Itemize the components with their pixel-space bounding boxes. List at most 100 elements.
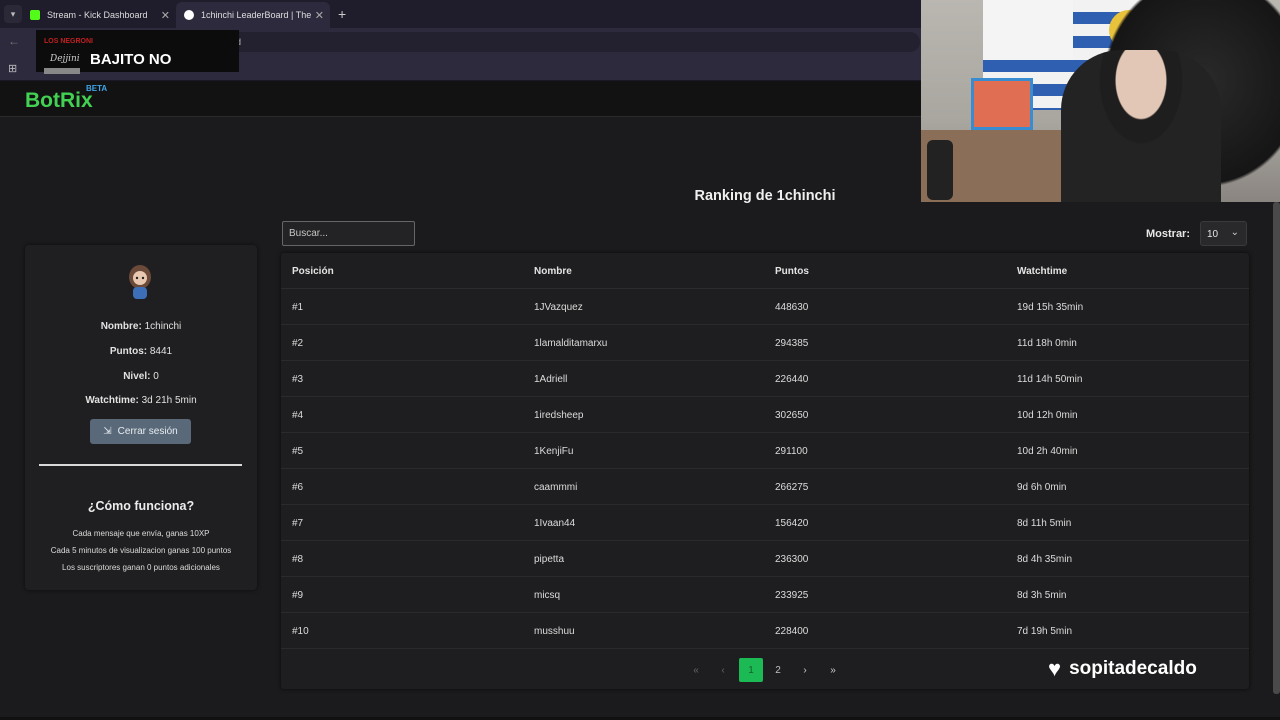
first-page-button[interactable]: « (684, 658, 708, 682)
table-row: #5 1KenjiFu 291100 10d 2h 40min (281, 433, 1249, 469)
page-scrollbar[interactable] (1273, 202, 1280, 694)
level-label: Nivel: (123, 371, 151, 382)
overlay-big-text: BAJITO NO (90, 51, 172, 68)
overlay-small-text: LOS NEGRONI (44, 38, 94, 45)
header-position[interactable]: Posición (292, 266, 334, 277)
sign-out-icon: ⇲ (103, 426, 112, 437)
cell-name: 1lamalditamarxu (534, 338, 608, 349)
table-row: #2 1lamalditamarxu 294385 11d 18h 0min (281, 325, 1249, 361)
close-tab-icon[interactable]: ✕ (161, 9, 170, 22)
cell-watchtime: 8d 11h 5min (1017, 518, 1072, 529)
profile-name: Nombre: 1chinchi (25, 321, 257, 332)
profile-watchtime: Watchtime: 3d 21h 5min (25, 395, 257, 406)
cell-position: #9 (292, 590, 304, 601)
chevron-down-icon: ⌄ (1230, 227, 1239, 238)
cell-name: 1iredsheep (534, 410, 584, 421)
page-size-value: 10 (1207, 229, 1219, 240)
apps-grid-icon[interactable]: ⊞ (8, 62, 17, 75)
profile-level: Nivel: 0 (25, 371, 257, 382)
cell-watchtime: 19d 15h 35min (1017, 302, 1084, 313)
cell-points: 236300 (775, 554, 809, 565)
new-tab-icon[interactable]: + (338, 6, 346, 22)
cell-position: #6 (292, 482, 304, 493)
table-row: #4 1iredsheep 302650 10d 12h 0min (281, 397, 1249, 433)
cell-watchtime: 7d 19h 5min (1017, 626, 1073, 637)
page-2-button[interactable]: 2 (766, 658, 790, 682)
table-row: #10 musshuu 228400 7d 19h 5min (281, 613, 1249, 649)
stream-alert-overlay: LOS NEGRONI Dejjini BAJITO NO (36, 30, 239, 74)
cell-points: 156420 (775, 518, 809, 529)
points-value: 8441 (149, 346, 173, 357)
avatar (129, 265, 151, 299)
cell-position: #10 (292, 626, 309, 637)
next-page-button[interactable]: › (793, 658, 817, 682)
cell-watchtime: 8d 4h 35min (1017, 554, 1073, 565)
cell-position: #4 (292, 410, 304, 421)
cell-name: caammmi (534, 482, 578, 493)
cell-position: #2 (292, 338, 304, 349)
cell-points: 228400 (775, 626, 809, 637)
webcam-feed (921, 0, 1280, 202)
tab-title: 1chinchi LeaderBoard | The be (201, 10, 313, 20)
back-arrow-icon[interactable]: ← (8, 34, 20, 48)
cell-position: #8 (292, 554, 304, 565)
profile-points: Puntos: 8441 (25, 346, 257, 357)
name-label: Nombre: (100, 321, 142, 332)
page-size-select[interactable]: 10 ⌄ (1200, 221, 1247, 246)
how-line: Los suscriptores ganan 0 puntos adiciona… (62, 563, 220, 572)
search-input[interactable] (282, 221, 415, 246)
table-row: #1 1JVazquez 448630 19d 15h 35min (281, 289, 1249, 325)
how-line: Cada mensaje que envía, ganas 10XP (72, 529, 210, 538)
cell-points: 266275 (775, 482, 809, 493)
table-row: #9 micsq 233925 8d 3h 5min (281, 577, 1249, 613)
name-value: 1chinchi (144, 321, 182, 332)
cell-name: 1Adriell (534, 374, 568, 385)
cell-points: 294385 (775, 338, 809, 349)
cell-watchtime: 10d 12h 0min (1017, 410, 1078, 421)
cell-position: #3 (292, 374, 304, 385)
page-1-button[interactable]: 1 (739, 658, 763, 682)
cell-name: micsq (534, 590, 561, 601)
streamer-credit: ♥ sopitadecaldo (1048, 656, 1197, 682)
credit-name: sopitadecaldo (1069, 658, 1197, 679)
tab-kick-dashboard[interactable]: Stream - Kick Dashboard ✕ (22, 2, 176, 28)
table-row: #3 1Adriell 226440 11d 14h 50min (281, 361, 1249, 397)
close-tab-icon[interactable]: ✕ (315, 9, 324, 22)
header-watchtime[interactable]: Watchtime (1017, 266, 1067, 277)
cell-points: 226440 (775, 374, 809, 385)
cell-position: #1 (292, 302, 304, 313)
cell-name: 1Ivaan44 (534, 518, 576, 529)
cell-name: pipetta (534, 554, 565, 565)
watchtime-value: 3d 21h 5min (141, 395, 197, 406)
profile-card: Nombre: 1chinchi Puntos: 8441 Nivel: 0 W… (25, 245, 257, 590)
table-row: #8 pipetta 236300 8d 4h 35min (281, 541, 1249, 577)
cell-position: #7 (292, 518, 304, 529)
webcam-lamp (927, 140, 953, 200)
watchtime-label: Watchtime: (85, 395, 139, 406)
webcam-streamer (1061, 50, 1221, 202)
cell-watchtime: 11d 14h 50min (1017, 374, 1083, 385)
beta-badge: BETA (86, 84, 108, 93)
cell-points: 291100 (775, 446, 808, 457)
ranking-title: Ranking de 1chinchi (694, 188, 836, 204)
tab-leaderboard[interactable]: 1chinchi LeaderBoard | The be ✕ (176, 2, 330, 28)
how-line: Cada 5 minutos de visualizacion ganas 10… (50, 546, 232, 555)
prev-page-button[interactable]: ‹ (711, 658, 735, 682)
cell-watchtime: 11d 18h 0min (1017, 338, 1077, 349)
divider (39, 464, 242, 466)
cell-name: 1KenjiFu (534, 446, 574, 457)
tab-search-button[interactable]: ▾ (4, 5, 22, 23)
table-header: Posición Nombre Puntos Watchtime (281, 253, 1249, 289)
table-row: #7 1Ivaan44 156420 8d 11h 5min (281, 505, 1249, 541)
cell-name: 1JVazquez (534, 302, 583, 313)
header-name[interactable]: Nombre (534, 266, 572, 277)
botrix-logo[interactable]: BotRix (25, 89, 93, 113)
overlay-signature: Dejjini (50, 54, 80, 64)
cell-points: 302650 (775, 410, 809, 421)
points-label: Puntos: (109, 346, 148, 357)
how-it-works-title: ¿Cómo funciona? (87, 499, 195, 513)
botrix-favicon-icon (184, 10, 194, 20)
header-points[interactable]: Puntos (775, 266, 809, 277)
last-page-button[interactable]: » (821, 658, 845, 682)
logout-button[interactable]: ⇲ Cerrar sesión (90, 419, 191, 444)
